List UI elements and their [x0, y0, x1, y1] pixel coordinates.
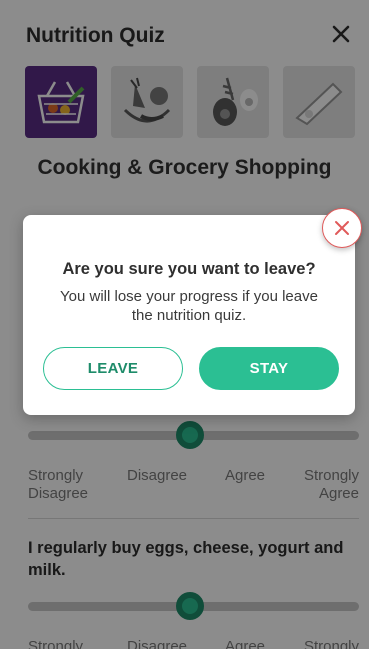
dialog-message: You will lose your progress if you leave… — [60, 288, 318, 324]
dialog-close-button[interactable] — [322, 208, 362, 248]
leave-button[interactable]: LEAVE — [43, 347, 183, 390]
dialog-title: Are you sure you want to leave? — [62, 260, 316, 278]
quiz-screen: Nutrition Quiz Cooking & Grocery Shoppin… — [0, 0, 369, 649]
leave-dialog: Are you sure you want to leave? You will… — [23, 215, 355, 415]
stay-button[interactable]: STAY — [199, 347, 339, 390]
close-icon — [335, 221, 349, 235]
